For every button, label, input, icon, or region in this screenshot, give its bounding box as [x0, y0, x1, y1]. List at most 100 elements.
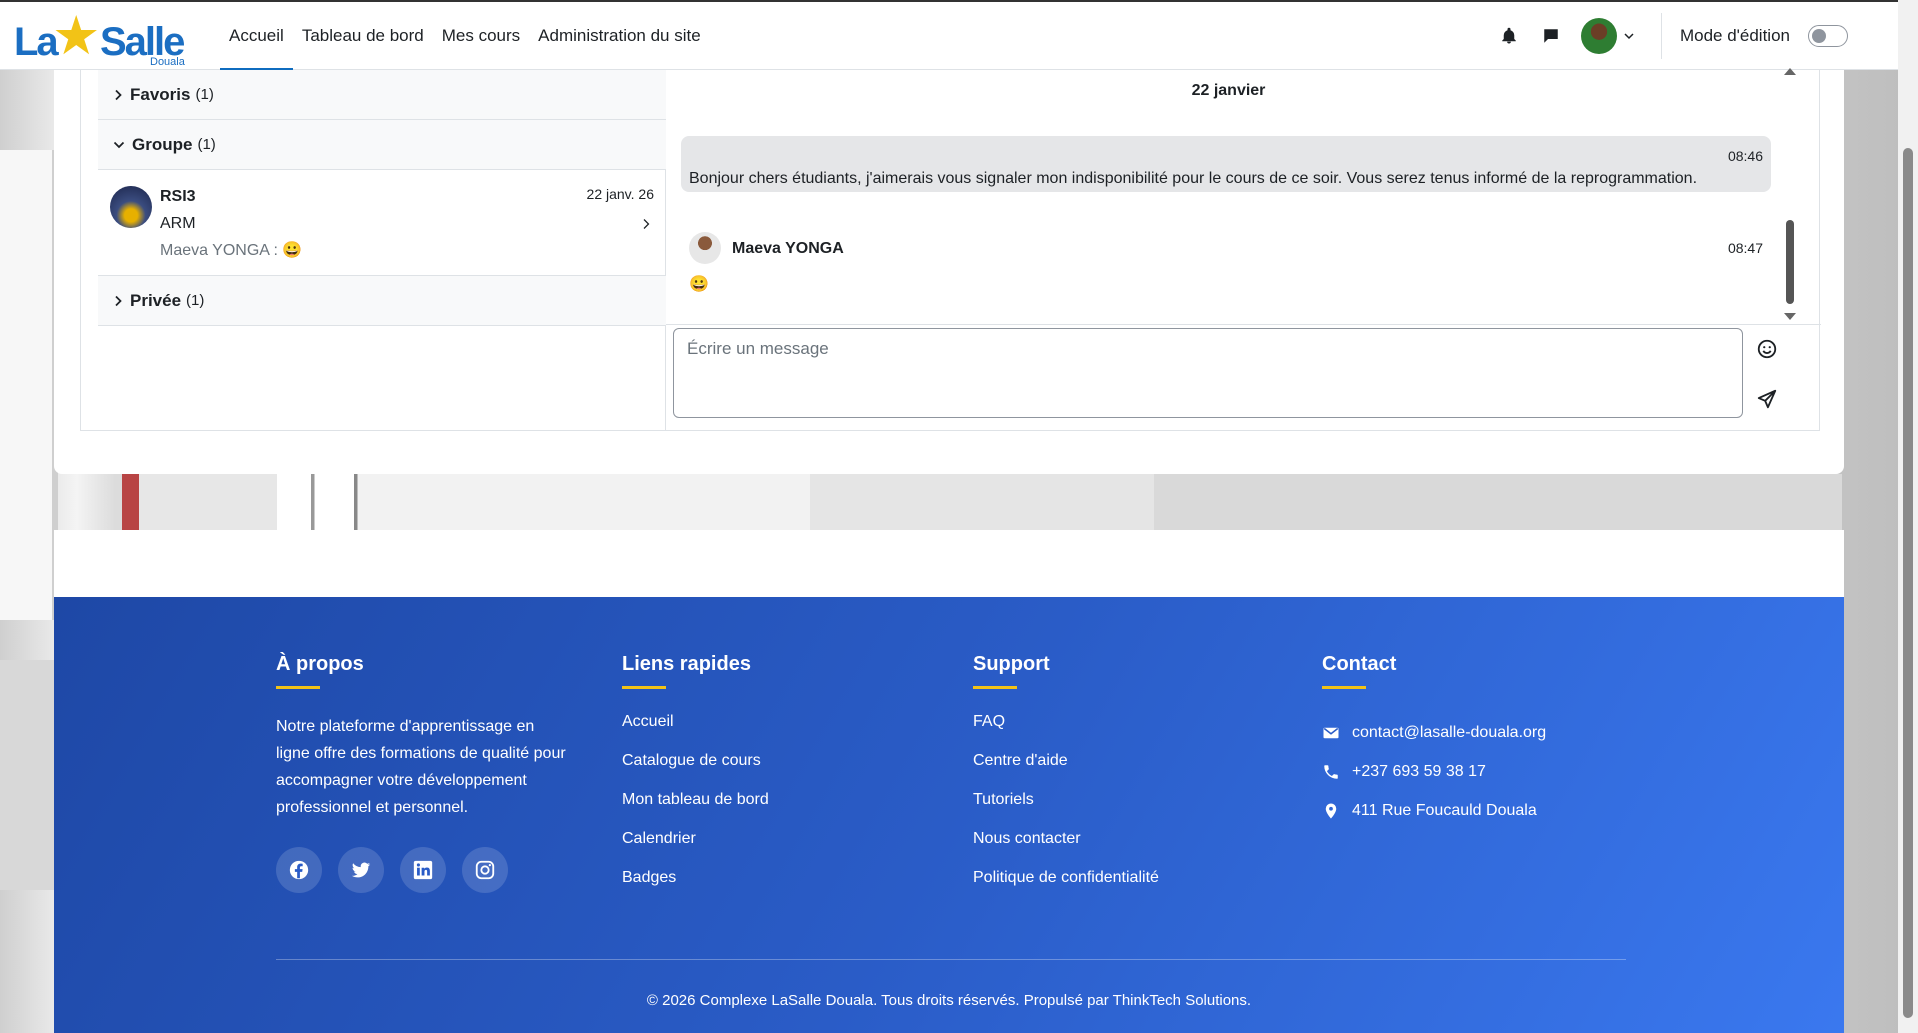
scroll-up-arrow-icon[interactable] [1784, 68, 1796, 75]
footer-support: Support FAQ Centre d'aide Tutoriels Nous… [973, 653, 1159, 908]
background-window [0, 150, 58, 620]
day-separator: 22 janvier [1191, 82, 1266, 99]
background-photo-strip [122, 474, 1842, 530]
scroll-down-arrow-icon[interactable] [1784, 313, 1796, 320]
footer-about-text: Notre plateforme d'apprentissage en lign… [276, 718, 566, 816]
message-time: 08:47 [1727, 240, 1763, 256]
message-bubble-own: 08:46 Bonjour chers étudiants, j'aimerai… [681, 136, 1771, 192]
conversation-avatar [110, 186, 152, 228]
conversation-name: RSI3 [160, 188, 196, 205]
footer-title-underline [1322, 686, 1366, 689]
footer-link-faq[interactable]: FAQ [973, 713, 1159, 752]
messages-chat-icon[interactable] [1539, 24, 1563, 48]
footer-link-centre-aide[interactable]: Centre d'aide [973, 752, 1159, 791]
contact-address: 411 Rue Foucauld Douala [1352, 801, 1537, 819]
edit-mode-toggle[interactable] [1808, 25, 1848, 47]
user-menu[interactable] [1580, 18, 1635, 54]
section-group-label: Groupe [132, 134, 193, 154]
message-received: Maeva YONGA 08:47 😀 [681, 224, 1771, 308]
envelope-icon [1323, 727, 1339, 738]
site-footer: À propos Notre plateforme d'apprentissag… [54, 597, 1844, 1033]
footer-link-accueil[interactable]: Accueil [622, 713, 769, 752]
footer-quick-links-title: Liens rapides [622, 653, 751, 675]
primary-navigation: Accueil Tableau de bord Mes cours Admini… [220, 2, 710, 71]
section-group-count: (1) [197, 136, 216, 153]
chevron-right-icon [115, 295, 122, 306]
footer-contact-title: Contact [1322, 653, 1397, 675]
footer-divider [276, 959, 1626, 960]
phone-icon [1324, 764, 1338, 779]
site-logo[interactable]: La ★ Salle Douala [14, 6, 194, 68]
section-group[interactable]: Groupe (1) [98, 120, 666, 170]
section-private[interactable]: Privée (1) [98, 276, 666, 326]
social-links [276, 847, 566, 893]
conversation-view: 22 janvier 08:46 Bonjour chers étudiants… [666, 68, 1821, 430]
footer-copyright: © 2026 Complexe LaSalle Douala. Tous dro… [646, 992, 1252, 1009]
conversation-item-rsi3[interactable]: RSI3 ARM Maeva YONGA : 😀 22 janv. 26 [98, 176, 666, 276]
navbar-actions: Mode d'édition [1497, 2, 1848, 70]
footer-title-underline [622, 686, 666, 689]
twitter-icon[interactable] [338, 847, 384, 893]
footer-title-underline [973, 686, 1017, 689]
section-favorites-label: Favoris [130, 84, 191, 104]
edit-mode-label: Mode d'édition [1679, 26, 1790, 45]
contact-address-row: 411 Rue Foucauld Douala [1322, 791, 1546, 830]
section-favorites-count: (1) [195, 86, 214, 103]
background-rail [0, 660, 54, 890]
logo-city: Douala [150, 56, 185, 68]
nav-link-mes-cours[interactable]: Mes cours [433, 2, 529, 70]
footer-contact: Contact contact@lasalle-douala.org +237 … [1322, 653, 1546, 830]
section-private-label: Privée [130, 290, 182, 310]
footer-link-tutoriels[interactable]: Tutoriels [973, 791, 1159, 830]
map-pin-icon [1325, 803, 1337, 818]
message-text: 😀 [689, 276, 709, 293]
footer-link-calendrier[interactable]: Calendrier [622, 830, 769, 869]
footer-link-nous-contacter[interactable]: Nous contacter [973, 830, 1159, 869]
message-scrollbar-thumb[interactable] [1786, 220, 1794, 304]
section-favorites[interactable]: Favoris (1) [98, 70, 666, 120]
footer-about-title: À propos [276, 653, 364, 675]
linkedin-icon[interactable] [400, 847, 446, 893]
conversation-date: 22 janv. 26 [586, 186, 654, 202]
notifications-bell-icon[interactable] [1497, 24, 1521, 48]
contact-phone: +237 693 59 38 17 [1352, 762, 1486, 780]
logo-star-icon: ★ [52, 6, 101, 66]
sender-name: Maeva YONGA [732, 240, 844, 257]
footer-link-catalogue[interactable]: Catalogue de cours [622, 752, 769, 791]
compose-divider [666, 324, 1821, 325]
facebook-icon[interactable] [276, 847, 322, 893]
sender-avatar [689, 232, 721, 264]
footer-link-badges[interactable]: Badges [622, 869, 769, 908]
contact-phone-row[interactable]: +237 693 59 38 17 [1322, 752, 1546, 791]
footer-link-tableau-de-bord[interactable]: Mon tableau de bord [622, 791, 769, 830]
footer-support-title: Support [973, 653, 1050, 675]
instagram-icon[interactable] [462, 847, 508, 893]
message-time: 08:46 [1727, 148, 1763, 164]
section-private-count: (1) [186, 292, 205, 309]
conversation-last-message: Maeva YONGA : 😀 [160, 242, 303, 259]
chevron-down-icon [1624, 33, 1634, 40]
nav-link-accueil[interactable]: Accueil [220, 2, 293, 71]
message-text: Bonjour chers étudiants, j'aimerais vous… [689, 170, 1698, 187]
page-scrollbar[interactable] [1898, 0, 1918, 1033]
contact-email: contact@lasalle-douala.org [1352, 723, 1547, 741]
send-message-icon[interactable] [1756, 388, 1778, 415]
message-input[interactable] [673, 328, 1743, 418]
navbar-divider [1660, 13, 1662, 59]
conversation-subtitle: ARM [160, 215, 196, 232]
nav-link-tableau-de-bord[interactable]: Tableau de bord [293, 2, 433, 70]
top-navbar: La ★ Salle Douala Accueil Tableau de bor… [0, 0, 1898, 71]
user-avatar [1580, 18, 1617, 54]
page-spacer [54, 530, 1844, 597]
nav-link-administration[interactable]: Administration du site [529, 2, 710, 70]
emoji-picker-icon[interactable] [1756, 338, 1778, 365]
page-scrollbar-thumb[interactable] [1903, 148, 1913, 1018]
contact-email-row[interactable]: contact@lasalle-douala.org [1322, 713, 1546, 752]
footer-quick-links: Liens rapides Accueil Catalogue de cours… [622, 653, 769, 908]
footer-link-confidentialite[interactable]: Politique de confidentialité [973, 869, 1159, 908]
logo-text-la: La [14, 20, 59, 64]
messaging-drawer: Favoris (1) Groupe (1) RSI3 ARM Maeva YO… [80, 68, 1821, 431]
chevron-right-icon [643, 219, 650, 229]
footer-about: À propos Notre plateforme d'apprentissag… [276, 653, 566, 893]
chevron-right-icon [115, 89, 122, 100]
